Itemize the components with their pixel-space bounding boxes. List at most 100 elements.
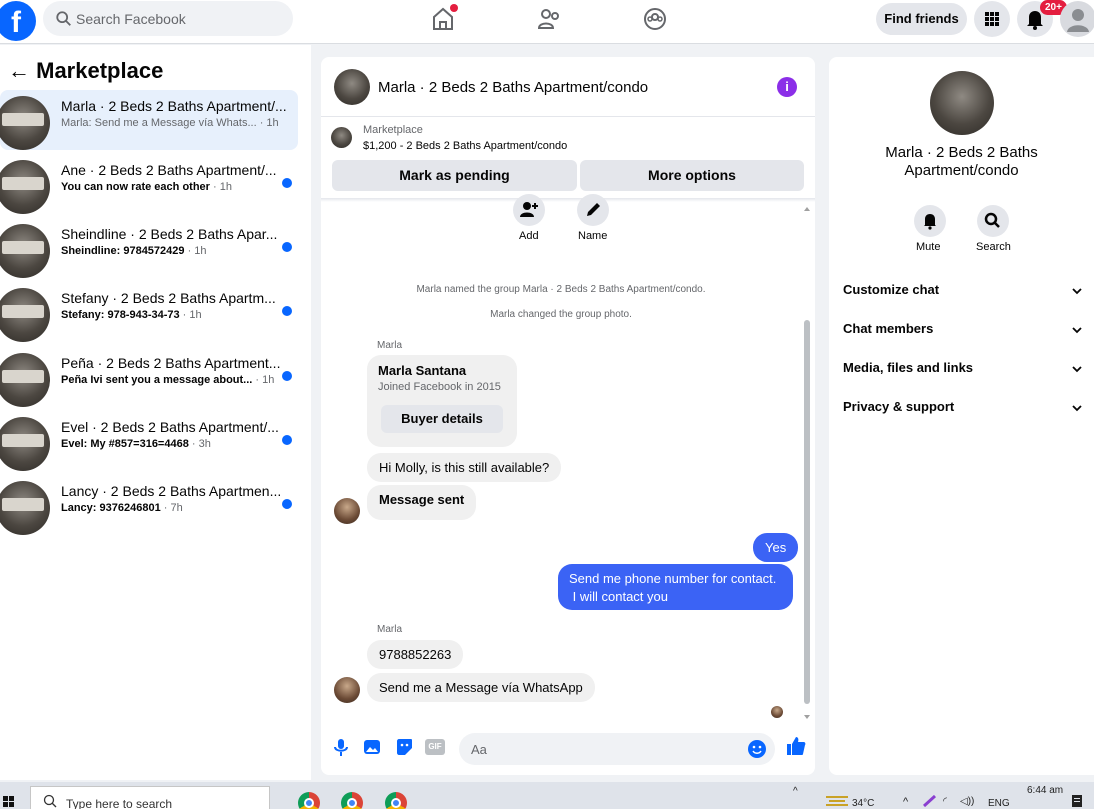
group-avatar[interactable] — [930, 71, 994, 135]
search-facebook-input[interactable]: Search Facebook — [43, 1, 293, 36]
conversation-row[interactable]: Sheindline · 2 Beds 2 Baths Apar... Shein… — [0, 218, 298, 278]
chat-info-panel: Marla · 2 Beds 2 Baths Apartment/condo M… — [829, 57, 1094, 775]
message-bubble[interactable]: Hi Molly, is this still available? — [367, 453, 562, 482]
preview-time: · 1h — [179, 309, 202, 321]
row-label: Privacy & support — [843, 399, 955, 414]
message-bubble[interactable]: 9788852263 — [367, 640, 464, 669]
taskbar-search-input[interactable]: Type here to search — [30, 786, 270, 809]
message-bubble[interactable]: Message sent — [367, 485, 477, 520]
chevron-down-icon — [1072, 327, 1082, 334]
friends-tab[interactable] — [535, 4, 569, 34]
search-in-conversation-button[interactable] — [977, 205, 1009, 237]
emoji-icon[interactable] — [747, 739, 767, 759]
preview-time: · 1h — [256, 117, 279, 129]
network-icon[interactable]: ◜ — [943, 796, 947, 807]
preview-text: Lancy: 9376246801 — [61, 502, 161, 514]
sender-name: Marla — [377, 340, 403, 351]
microphone-icon[interactable] — [331, 737, 351, 757]
preview-text: Marla: Send me a Message vía Whats... — [61, 117, 257, 129]
search-icon — [56, 11, 71, 26]
preview-text: Peña Ivi sent you a message about... — [61, 374, 253, 386]
home-tab[interactable] — [428, 4, 462, 34]
conversation-title: Evel · 2 Beds 2 Baths Apartment/... — [61, 419, 279, 435]
conversation-row[interactable]: Lancy · 2 Beds 2 Baths Apartmen... Lancy:… — [0, 475, 298, 535]
conversation-row[interactable]: Evel · 2 Beds 2 Baths Apartment/... Evel:… — [0, 411, 298, 471]
listing-thumbnail — [0, 96, 50, 150]
mark-as-pending-button[interactable]: Mark as pending — [332, 160, 577, 191]
sticker-icon[interactable] — [394, 737, 414, 757]
more-options-button[interactable]: More options — [580, 160, 804, 191]
my-message-line: Send me phone number for contact. — [569, 571, 777, 586]
chat-avatar[interactable] — [334, 69, 370, 105]
scroll-up-arrow-icon[interactable] — [803, 205, 811, 213]
info-icon[interactable]: i — [777, 77, 797, 97]
my-message-bubble[interactable]: Yes — [753, 533, 799, 562]
chrome-icon[interactable] — [385, 792, 407, 809]
system-message: Marla changed the group photo. — [490, 309, 632, 320]
conversation-preview: Lancy: 9376246801 · 7h — [61, 502, 183, 514]
customize-chat-row[interactable]: Customize chat — [843, 278, 1083, 302]
chat-title[interactable]: Marla · 2 Beds 2 Baths Apartment/condo — [378, 79, 648, 96]
conversation-title: Stefany · 2 Beds 2 Baths Apartm... — [61, 290, 276, 306]
chat-members-row[interactable]: Chat members — [843, 317, 1083, 341]
listing-summary[interactable]: $1,200 - 2 Beds 2 Baths Apartment/condo — [363, 140, 567, 152]
chrome-icon[interactable] — [341, 792, 363, 809]
search-label: Search — [976, 241, 1011, 253]
conversation-row[interactable]: Peña · 2 Beds 2 Baths Apartment... Peña I… — [0, 347, 298, 407]
conversation-row[interactable]: Stefany · 2 Beds 2 Baths Apartm... Stefan… — [0, 282, 298, 342]
conversation-preview: Marla: Send me a Message vía Whats... · … — [61, 117, 279, 129]
account-avatar-button[interactable] — [1060, 1, 1094, 37]
back-arrow-icon[interactable]: ← — [8, 58, 30, 83]
scroll-down-arrow-icon[interactable] — [803, 713, 811, 721]
rename-button[interactable] — [577, 194, 609, 226]
preview-text: You can now rate each other — [61, 181, 210, 193]
scroll-thumb[interactable] — [804, 320, 810, 704]
preview-time: · 7h — [160, 502, 183, 514]
windows-taskbar: Type here to search ^ 34°C ^ ◜ ◁)) ENG 6… — [0, 782, 1094, 809]
windows-start-icon[interactable] — [3, 796, 15, 808]
temperature-label: 34°C — [852, 798, 875, 809]
chat-scrollbar[interactable] — [803, 205, 811, 721]
add-person-button[interactable] — [513, 194, 545, 226]
chevron-up-icon[interactable]: ^ — [793, 786, 798, 797]
add-person-icon — [520, 202, 538, 217]
marla-avatar[interactable] — [334, 677, 360, 703]
find-friends-button[interactable]: Find friends — [876, 3, 967, 35]
my-message-bubble[interactable]: Send me phone number for contact. I will… — [558, 564, 793, 610]
notification-center-icon[interactable] — [1072, 795, 1082, 807]
language-indicator[interactable]: ENG — [988, 798, 1010, 809]
chevron-down-icon — [1072, 288, 1082, 295]
clock-time[interactable]: 6:44 am — [1027, 785, 1063, 796]
marla-avatar[interactable] — [334, 498, 360, 524]
photo-icon[interactable] — [362, 737, 382, 757]
message-bubble[interactable]: Send me a Message vía WhatsApp — [367, 673, 595, 702]
facebook-logo[interactable]: f — [0, 1, 36, 41]
my-message-line: I will contact you — [569, 589, 668, 604]
conversation-preview: Evel: My #857=316=4468 · 3h — [61, 438, 211, 450]
unread-dot — [282, 499, 292, 509]
buyer-details-button[interactable]: Buyer details — [381, 405, 503, 433]
group-name: Marla · 2 Beds 2 Baths Apartment/condo — [885, 144, 1038, 179]
groups-tab[interactable] — [640, 4, 674, 34]
gif-icon[interactable]: GIF — [425, 739, 445, 755]
conversation-row[interactable]: Marla · 2 Beds 2 Baths Apartment/... Marl… — [0, 90, 298, 150]
weather-icon[interactable] — [826, 794, 848, 806]
privacy-support-row[interactable]: Privacy & support — [843, 395, 1083, 419]
listing-thumbnail — [0, 481, 50, 535]
buyer-name[interactable]: Marla Santana — [378, 363, 466, 378]
listing-thumbnail[interactable] — [331, 127, 352, 148]
menu-button[interactable] — [974, 1, 1010, 37]
media-files-links-row[interactable]: Media, files and links — [843, 356, 1083, 380]
chrome-icon[interactable] — [298, 792, 320, 809]
marketplace-title: Marketplace — [36, 58, 164, 83]
chat-header: Marla · 2 Beds 2 Baths Apartment/condo i — [321, 57, 815, 117]
tray-chevron-icon[interactable]: ^ — [903, 796, 908, 808]
mute-button[interactable] — [914, 205, 946, 237]
search-icon — [984, 212, 1000, 228]
message-input[interactable]: Aa — [459, 733, 775, 765]
speaker-icon[interactable]: ◁)) — [960, 796, 974, 807]
pen-icon[interactable] — [923, 795, 937, 807]
conversation-row[interactable]: Ane · 2 Beds 2 Baths Apartment/... You ca… — [0, 154, 298, 214]
thumbs-up-icon[interactable] — [785, 735, 807, 757]
buyer-profile-card: Marla Santana Joined Facebook in 2015 Bu… — [367, 355, 517, 447]
